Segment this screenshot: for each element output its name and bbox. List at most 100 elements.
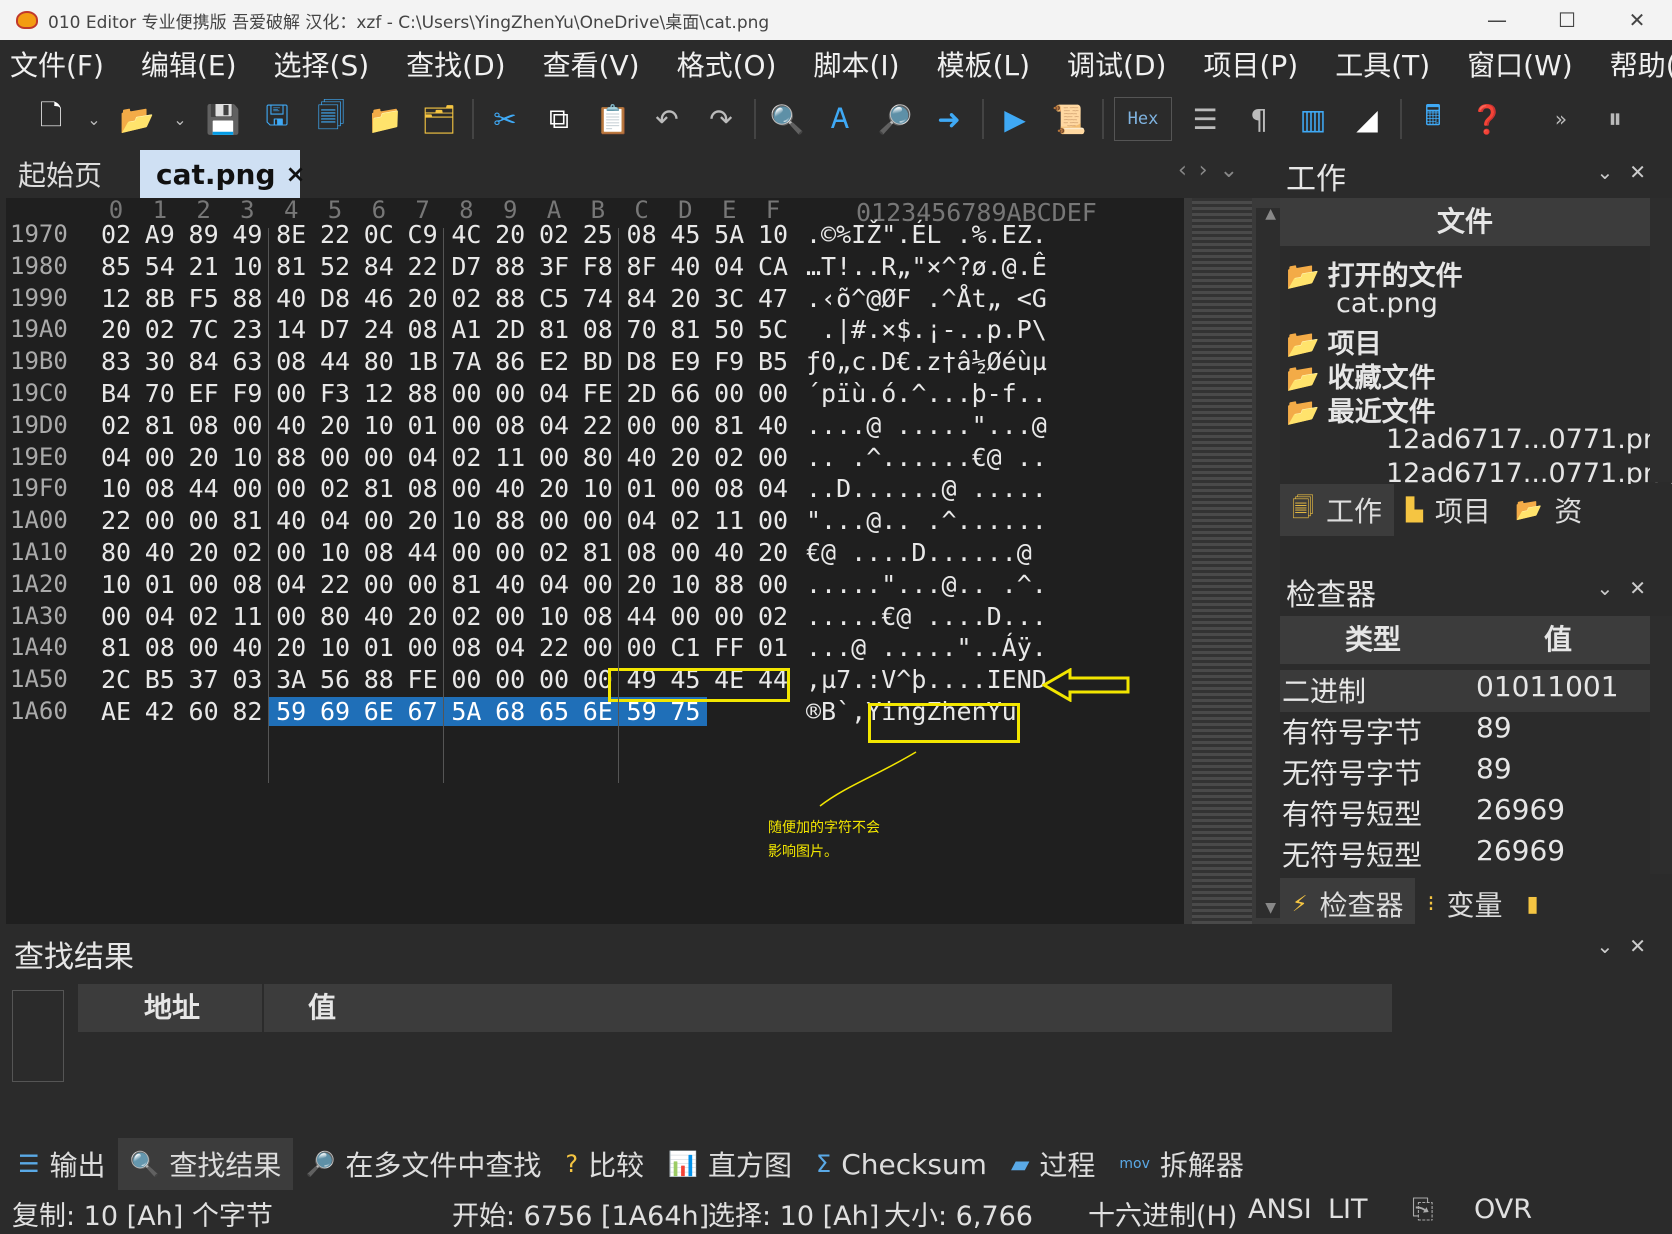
hex-byte[interactable]: 3C <box>707 284 751 313</box>
hex-byte[interactable]: 46 <box>357 284 401 313</box>
hex-byte[interactable]: 40 <box>488 474 532 503</box>
run-template-icon[interactable]: 📜 <box>1048 97 1090 141</box>
hex-byte[interactable]: F5 <box>182 284 226 313</box>
hex-byte[interactable]: 00 <box>444 411 488 440</box>
status-mode[interactable]: 十六进制(H) <box>1088 1194 1237 1233</box>
panel-controls[interactable]: ⌄✕ <box>1596 934 1662 958</box>
hex-byte[interactable]: 80 <box>313 602 357 631</box>
menu-file[interactable]: 文件(F) <box>10 44 104 84</box>
hex-byte[interactable]: 03 <box>225 665 269 694</box>
tab-histogram[interactable]: 📊 直方图 <box>656 1138 804 1190</box>
hex-byte[interactable]: 02 <box>182 602 226 631</box>
scroll-up-icon[interactable]: ▲ <box>1265 206 1276 222</box>
hex-byte[interactable]: 08 <box>620 220 664 249</box>
ascii-text[interactable]: ....."...@.. .^. <box>806 570 1047 599</box>
hex-byte[interactable]: 50 <box>707 315 751 344</box>
open-project-icon[interactable]: 🗂 <box>418 97 460 141</box>
hex-byte[interactable]: 08 <box>225 570 269 599</box>
menu-edit[interactable]: 编辑(E) <box>141 44 237 84</box>
tab-start-page[interactable]: 起始页 <box>18 150 102 198</box>
inspector-row[interactable]: 有符号字节 89 <box>1280 711 1650 753</box>
hex-byte[interactable]: 00 <box>269 474 313 503</box>
hex-row[interactable]: 1990 12 8B F5 88 40 D8 46 20 02 88 C5 74 84 20 3C 47 .‹õ^… <box>6 284 1186 318</box>
open-dropdown-icon[interactable]: ⌄ <box>170 97 190 141</box>
hex-byte[interactable]: 22 <box>94 506 138 535</box>
hex-byte[interactable]: 81 <box>357 474 401 503</box>
hex-byte[interactable]: 81 <box>663 315 707 344</box>
hex-byte[interactable]: 12 <box>357 379 401 408</box>
hex-byte[interactable]: 10 <box>313 633 357 662</box>
ascii-text[interactable]: .. .^......€@ .. <box>806 443 1047 472</box>
hex-byte[interactable]: 00 <box>488 379 532 408</box>
hex-byte[interactable]: C1 <box>663 633 707 662</box>
hex-byte[interactable]: 02 <box>313 474 357 503</box>
ascii-text[interactable]: ...@ ....."..Áÿ. <box>806 633 1047 662</box>
hex-byte[interactable]: 80 <box>94 538 138 567</box>
hex-byte[interactable]: 20 <box>313 411 357 440</box>
tab-disassembler[interactable]: mov 拆解器 <box>1107 1138 1256 1190</box>
hex-byte[interactable]: A1 <box>444 315 488 344</box>
hex-byte[interactable]: 22 <box>313 570 357 599</box>
hex-byte[interactable]: 3A <box>269 665 313 694</box>
hex-byte[interactable]: FF <box>707 633 751 662</box>
hex-byte[interactable]: 82 <box>225 697 269 726</box>
open-file-icon[interactable]: 📂 <box>116 97 158 141</box>
hex-byte[interactable]: 8F <box>620 252 664 281</box>
hex-byte[interactable]: 42 <box>138 697 182 726</box>
replace-icon[interactable]: Ꭺ <box>820 97 862 141</box>
hex-byte[interactable]: 20 <box>663 284 707 313</box>
hex-byte[interactable]: 40 <box>707 538 751 567</box>
hex-byte[interactable]: CA <box>751 252 795 281</box>
hex-byte[interactable]: 00 <box>444 538 488 567</box>
hex-byte[interactable]: 68 <box>488 697 533 726</box>
hex-byte[interactable]: 12 <box>94 284 138 313</box>
hex-byte[interactable]: 04 <box>488 633 532 662</box>
hex-byte[interactable]: 00 <box>751 443 795 472</box>
hex-byte[interactable]: 88 <box>488 284 532 313</box>
undo-icon[interactable]: ↶ <box>646 97 688 141</box>
hex-byte[interactable]: 84 <box>182 347 226 376</box>
menu-tools[interactable]: 工具(T) <box>1335 44 1430 84</box>
hex-byte[interactable]: 20 <box>751 538 795 567</box>
hex-byte[interactable]: 22 <box>401 252 445 281</box>
hex-byte[interactable]: 01 <box>401 411 445 440</box>
hex-byte[interactable]: 11 <box>707 506 751 535</box>
hex-byte[interactable]: 5A <box>444 697 489 726</box>
hex-byte[interactable]: 02 <box>94 411 138 440</box>
hex-byte[interactable]: 04 <box>401 443 445 472</box>
hex-byte[interactable]: 00 <box>663 411 707 440</box>
menu-script[interactable]: 脚本(I) <box>813 44 899 84</box>
ascii-text[interactable]: .....€@ ....D... <box>806 602 1047 631</box>
hex-byte[interactable]: 08 <box>576 315 620 344</box>
hex-byte[interactable]: 00 <box>532 665 576 694</box>
clipboard-icon[interactable]: ⎘ <box>1412 1194 1434 1226</box>
hex-byte[interactable]: 08 <box>444 633 488 662</box>
hex-byte[interactable]: 00 <box>576 506 620 535</box>
tab-output[interactable]: ☰ 输出 <box>6 1138 118 1190</box>
redo-icon[interactable]: ↷ <box>700 97 742 141</box>
hex-byte[interactable]: 00 <box>707 379 751 408</box>
hex-byte[interactable]: 10 <box>225 252 269 281</box>
hex-byte[interactable]: 86 <box>488 347 532 376</box>
inspector-row[interactable]: 无符号短型 26969 <box>1280 834 1650 876</box>
hex-byte[interactable]: 00 <box>357 570 401 599</box>
tab-resources[interactable]: 📂 资 <box>1503 484 1594 536</box>
hex-byte[interactable]: E9 <box>663 347 707 376</box>
hex-byte[interactable]: 10 <box>751 220 795 249</box>
hex-byte[interactable]: 00 <box>94 602 138 631</box>
hex-byte[interactable]: 00 <box>663 538 707 567</box>
hex-byte[interactable]: 74 <box>576 284 620 313</box>
pilcrow-icon[interactable]: ¶ <box>1238 97 1280 141</box>
hex-byte[interactable]: 04 <box>620 506 664 535</box>
hex-byte[interactable]: D7 <box>313 315 357 344</box>
hex-row[interactable]: 1A50 2C B5 37 03 3A 56 88 FE 00 00 00 00 49 45 4E 44 ,µ7.… <box>6 665 1186 699</box>
hex-byte[interactable]: 44 <box>182 474 226 503</box>
status-endian[interactable]: LIT <box>1328 1194 1368 1225</box>
hex-byte[interactable]: 00 <box>357 506 401 535</box>
hex-byte[interactable]: 08 <box>576 602 620 631</box>
hex-byte[interactable]: 59 <box>269 697 314 726</box>
bookmark-icon[interactable]: ◢ <box>1346 97 1388 141</box>
hex-byte[interactable]: 00 <box>138 506 182 535</box>
hex-byte[interactable]: 81 <box>576 538 620 567</box>
hex-byte[interactable]: 65 <box>532 697 576 726</box>
